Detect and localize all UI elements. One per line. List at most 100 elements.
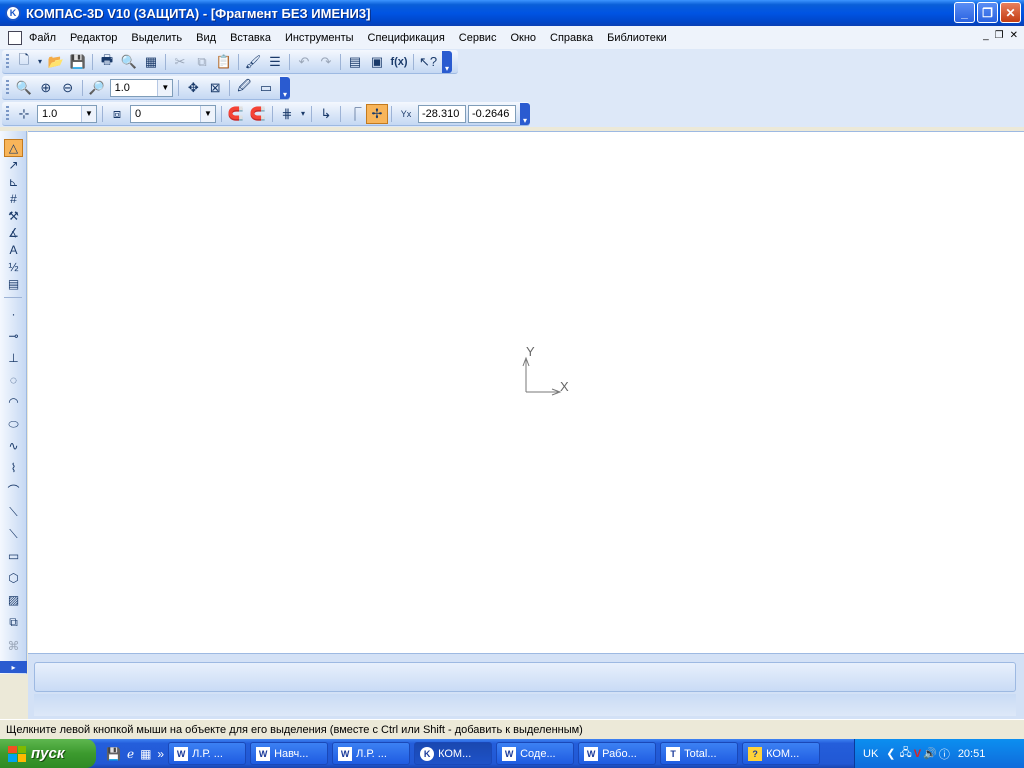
redo-icon[interactable]: ↷ xyxy=(315,52,337,72)
calculator-icon[interactable]: ▦ xyxy=(140,747,151,761)
zoom-scale-icon[interactable]: 🔎 xyxy=(86,78,108,98)
menu-specification[interactable]: Спецификация xyxy=(361,32,452,44)
snap-magnet-icon[interactable]: 🧲 xyxy=(225,104,247,124)
chevron-down-icon[interactable]: ▼ xyxy=(200,105,215,122)
spline-icon[interactable]: ∿ xyxy=(4,437,23,455)
rectangle-icon[interactable]: ▭ xyxy=(4,547,23,565)
toolbar-grip[interactable] xyxy=(6,105,9,122)
variables-icon[interactable]: f(x) xyxy=(388,52,410,72)
menu-tools[interactable]: Инструменты xyxy=(278,32,361,44)
restore-button[interactable]: ❐ xyxy=(977,2,998,23)
contour-icon[interactable]: ⧉ xyxy=(4,613,23,631)
format-painter-icon[interactable]: 🖌 xyxy=(242,52,264,72)
library-manager-icon[interactable]: ▣ xyxy=(366,52,388,72)
volume-icon[interactable]: 🔊 xyxy=(923,747,937,760)
chevron-down-icon[interactable]: ▼ xyxy=(157,79,173,96)
ortho-mode-icon[interactable]: ⎾ xyxy=(344,104,366,124)
menu-service[interactable]: Сервис xyxy=(452,32,504,44)
editing-icon[interactable]: # xyxy=(4,190,23,208)
zoom-all-icon[interactable]: ⊠ xyxy=(204,78,226,98)
grid-icon[interactable]: ⋕ xyxy=(276,104,298,124)
context-help-icon[interactable]: ↖? xyxy=(417,52,439,72)
app-logo-icon[interactable]: K xyxy=(5,5,21,21)
coord-x-field[interactable]: -28.310 xyxy=(418,104,466,123)
print-preview-icon[interactable]: 🔍 xyxy=(118,52,140,72)
drawing-canvas[interactable]: Y X xyxy=(28,131,1024,653)
menu-window[interactable]: Окно xyxy=(503,32,543,44)
new-dropdown-icon[interactable]: ▾ xyxy=(35,52,45,72)
toolbar-options-icon[interactable]: ▾ xyxy=(520,102,530,125)
paste-icon[interactable]: 📋 xyxy=(213,52,235,72)
task-button[interactable]: W Соде... xyxy=(496,742,575,765)
antivirus-icon[interactable]: V xyxy=(914,748,921,760)
point-icon[interactable]: · xyxy=(4,305,23,323)
print-icon[interactable]: 🖶 xyxy=(96,52,118,72)
doc-minimize-button[interactable]: _ xyxy=(983,30,989,41)
local-cs-icon[interactable]: ↳ xyxy=(315,104,337,124)
attributes-icon[interactable]: ½ xyxy=(4,258,23,276)
circle-icon[interactable]: ◌ xyxy=(4,371,23,389)
ellipse-icon[interactable]: ⬭ xyxy=(4,415,23,433)
chevron-down-icon[interactable]: ▼ xyxy=(81,105,96,122)
close-button[interactable]: ✕ xyxy=(1000,2,1021,23)
tray-expand-icon[interactable]: ❮ xyxy=(886,747,895,760)
polygon-icon[interactable]: ⬡ xyxy=(4,569,23,587)
menu-libraries[interactable]: Библиотеки xyxy=(600,32,674,44)
menu-select[interactable]: Выделить xyxy=(124,32,189,44)
local-snap-icon[interactable]: 🧲 xyxy=(247,104,269,124)
internet-explorer-icon[interactable]: ℯ xyxy=(127,747,134,761)
layer-combo[interactable]: 0 ▼ xyxy=(130,104,216,123)
start-button[interactable]: пуск xyxy=(0,739,96,768)
spec-icon[interactable]: ▤ xyxy=(4,275,23,293)
auxiliary-line-icon[interactable]: ⊸ xyxy=(4,327,23,345)
doc-restore-button[interactable]: ❐ xyxy=(995,30,1004,41)
coordinate-snap-icon[interactable]: ✢ xyxy=(366,103,388,124)
coord-y-field[interactable]: -0.2646 xyxy=(468,104,516,123)
task-button[interactable]: W Навч... xyxy=(250,742,329,765)
toolbar-options-icon[interactable]: ▾ xyxy=(442,50,452,73)
toolbar-options-icon[interactable]: ▾ xyxy=(279,76,290,99)
coordinates-icon[interactable]: Yx xyxy=(395,104,417,124)
select-icon[interactable]: A xyxy=(4,241,23,259)
quick-launch-more-icon[interactable]: » xyxy=(157,747,164,761)
chamfer-icon[interactable]: ⟍ xyxy=(4,503,23,521)
manager-icon[interactable]: ▤ xyxy=(344,52,366,72)
document-icon[interactable] xyxy=(8,30,22,45)
dimensions-icon[interactable]: ↗ xyxy=(4,156,23,174)
minimize-button[interactable]: _ xyxy=(954,2,975,23)
new-document-icon[interactable]: 🗋 xyxy=(13,52,35,72)
zoom-window-icon[interactable]: 🔍 xyxy=(13,78,35,98)
zoom-combo[interactable]: 1.0 ▼ xyxy=(109,78,174,97)
network-icon[interactable]: 🖧 xyxy=(900,744,912,763)
menu-file[interactable]: Файл xyxy=(22,32,63,44)
menu-editor[interactable]: Редактор xyxy=(63,32,124,44)
fillet-icon[interactable]: ⟍ xyxy=(4,525,23,543)
task-button-active[interactable]: K КОМ... xyxy=(414,742,493,765)
zoom-in-icon[interactable]: ⊕ xyxy=(35,78,57,98)
parametrization-icon[interactable]: ⚒ xyxy=(4,207,23,225)
collect-contour-icon[interactable]: ⌘ xyxy=(4,637,23,655)
zoom-out-icon[interactable]: ⊖ xyxy=(57,78,79,98)
fullscreen-icon[interactable]: ▭ xyxy=(255,78,277,98)
designations-icon[interactable]: ⊾ xyxy=(4,173,23,191)
step-combo[interactable]: 1.0 ▼ xyxy=(37,104,97,123)
print-setup-icon[interactable]: ▦ xyxy=(140,52,162,72)
cut-icon[interactable]: ✂ xyxy=(169,52,191,72)
cursor-step-icon[interactable]: ⊹ xyxy=(13,104,35,124)
menu-insert[interactable]: Вставка xyxy=(223,32,278,44)
doc-close-button[interactable]: ✕ xyxy=(1010,30,1018,41)
toolbar-options-icon[interactable]: ▸ xyxy=(0,661,27,673)
bezier-icon[interactable]: ⌇ xyxy=(4,459,23,477)
polyline-icon[interactable]: ⌒ xyxy=(4,481,23,499)
task-button[interactable]: T Total... xyxy=(660,742,739,765)
geometry-icon[interactable]: △ xyxy=(4,139,23,157)
menu-view[interactable]: Вид xyxy=(189,32,223,44)
hatch-icon[interactable]: ▨ xyxy=(4,591,23,609)
measure-icon[interactable]: ∡ xyxy=(4,224,23,242)
refresh-icon[interactable]: 🖉 xyxy=(233,78,255,98)
task-button[interactable]: W Л.Р. ... xyxy=(168,742,247,765)
menu-help[interactable]: Справка xyxy=(543,32,600,44)
language-indicator[interactable]: UK xyxy=(863,748,878,760)
task-button[interactable]: W Рабо... xyxy=(578,742,657,765)
open-icon[interactable]: 📂 xyxy=(45,52,67,72)
